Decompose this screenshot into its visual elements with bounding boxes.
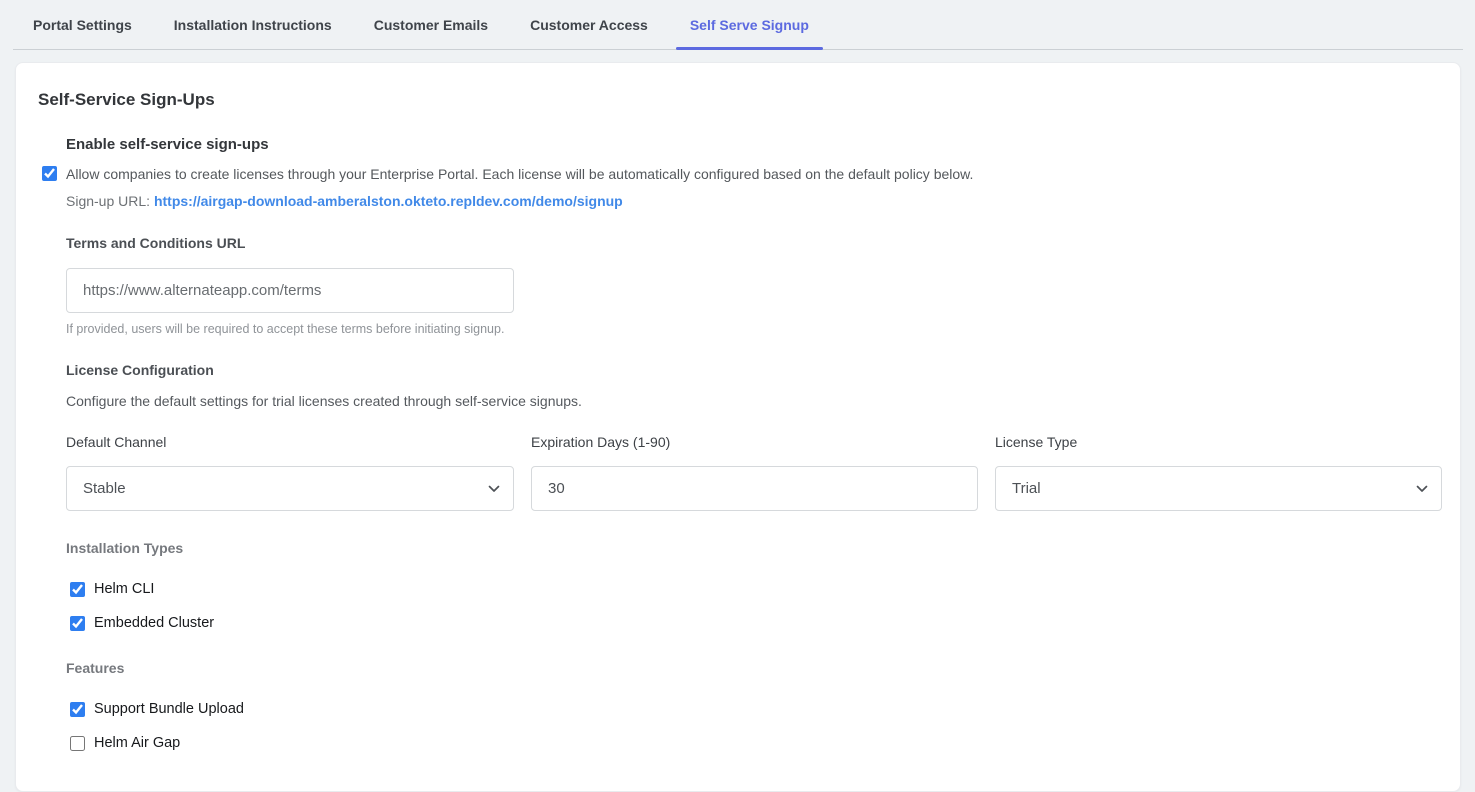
license-configuration-description: Configure the default settings for trial…	[66, 393, 1440, 409]
signup-url-link[interactable]: https://airgap-download-amberalston.okte…	[154, 193, 623, 209]
terms-url-input[interactable]	[66, 268, 514, 313]
enable-signups-description: Allow companies to create licenses throu…	[66, 164, 973, 184]
support-bundle-upload-checkbox[interactable]	[70, 702, 85, 717]
expiration-days-input[interactable]	[531, 466, 978, 511]
feature-support-bundle-upload-row[interactable]: Support Bundle Upload	[66, 701, 244, 717]
installation-type-helm-cli-row[interactable]: Helm CLI	[66, 581, 154, 597]
enable-signups-heading: Enable self-service sign-ups	[66, 136, 1440, 153]
expiration-days-label: Expiration Days (1-90)	[531, 434, 978, 450]
installation-type-embedded-cluster-row[interactable]: Embedded Cluster	[66, 615, 214, 631]
license-type-select[interactable]: Trial	[995, 466, 1442, 511]
tab-customer-access[interactable]: Customer Access	[516, 0, 662, 49]
license-configuration-heading: License Configuration	[66, 362, 1440, 378]
license-type-label: License Type	[995, 434, 1442, 450]
helm-air-gap-checkbox[interactable]	[70, 736, 85, 751]
self-serve-signup-panel: Self-Service Sign-Ups Enable self-servic…	[15, 62, 1461, 792]
installation-types-heading: Installation Types	[66, 540, 1440, 556]
signup-url-label: Sign-up URL:	[66, 193, 150, 209]
enable-signups-checkbox[interactable]	[42, 166, 57, 181]
embedded-cluster-label: Embedded Cluster	[94, 615, 214, 631]
terms-url-helper: If provided, users will be required to a…	[66, 322, 1440, 336]
signup-url-row: Sign-up URL: https://airgap-download-amb…	[66, 193, 1440, 209]
embedded-cluster-checkbox[interactable]	[70, 616, 85, 631]
tab-self-serve-signup[interactable]: Self Serve Signup	[676, 0, 823, 49]
features-heading: Features	[66, 660, 1440, 676]
expiration-days-control	[531, 466, 978, 511]
settings-tab-bar: Portal Settings Installation Instruction…	[13, 0, 1463, 50]
tab-portal-settings[interactable]: Portal Settings	[19, 0, 146, 49]
terms-url-label: Terms and Conditions URL	[66, 235, 1440, 251]
default-channel-control: Stable	[66, 466, 514, 511]
helm-cli-checkbox[interactable]	[70, 582, 85, 597]
tab-installation-instructions[interactable]: Installation Instructions	[160, 0, 346, 49]
default-channel-select[interactable]: Stable	[66, 466, 514, 511]
support-bundle-upload-label: Support Bundle Upload	[94, 701, 244, 717]
feature-helm-air-gap-row[interactable]: Helm Air Gap	[66, 735, 180, 751]
tab-customer-emails[interactable]: Customer Emails	[360, 0, 502, 49]
helm-cli-label: Helm CLI	[94, 581, 154, 597]
helm-air-gap-label: Helm Air Gap	[94, 735, 180, 751]
license-config-grid: Default Channel Expiration Days (1-90) L…	[66, 434, 1440, 511]
enable-signups-row[interactable]: Allow companies to create licenses throu…	[66, 164, 1440, 184]
page-title: Self-Service Sign-Ups	[38, 90, 1440, 110]
license-type-control: Trial	[995, 466, 1442, 511]
default-channel-label: Default Channel	[66, 434, 514, 450]
